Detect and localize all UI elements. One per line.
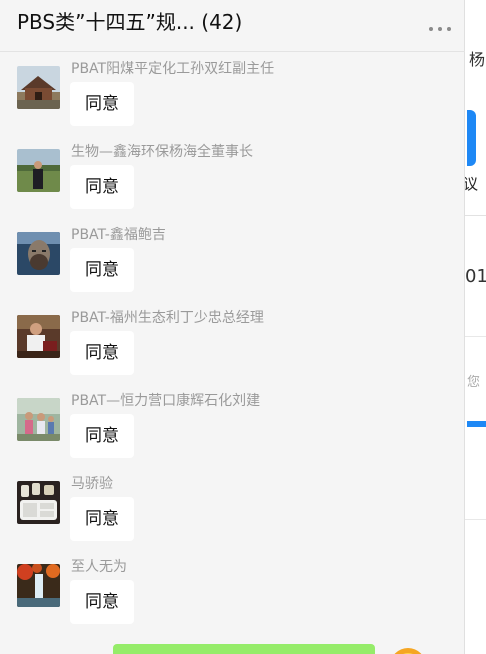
background-label-text: 议 bbox=[463, 175, 479, 193]
waterfall-photo-icon[interactable] bbox=[17, 564, 60, 607]
message-item: PBAT-福州生态利丁少忠总经理 同意 bbox=[17, 310, 447, 385]
background-progress-bar bbox=[467, 421, 486, 427]
message-item: 生物—鑫海环保杨海全董事长 同意 bbox=[17, 144, 447, 219]
message-item: PBAT-鑫福鲍吉 同意 bbox=[17, 227, 447, 302]
person-seated-photo-icon[interactable] bbox=[17, 315, 60, 358]
message-bubble[interactable]: 同意 bbox=[70, 414, 134, 458]
sender-name: 生物—鑫海环保杨海全董事长 bbox=[71, 144, 253, 160]
person-outdoor-photo-icon[interactable] bbox=[17, 149, 60, 192]
sender-name: 至人无为 bbox=[71, 559, 127, 575]
background-name-text: 杨 bbox=[469, 50, 486, 69]
message-bubble[interactable]: 同意 bbox=[70, 331, 134, 375]
portrait-photo-icon[interactable] bbox=[17, 232, 60, 275]
background-divider bbox=[465, 336, 486, 337]
sender-name: 马骄验 bbox=[71, 476, 113, 492]
chat-header: PBS类”十四五”规... (42) bbox=[0, 0, 465, 52]
message-item: PBAT—恒力营口康辉石化刘建 同意 bbox=[17, 393, 447, 468]
sender-name: PBAT-鑫福鲍吉 bbox=[71, 227, 166, 243]
background-window bbox=[465, 0, 486, 654]
message-item: 至人无为 同意 bbox=[17, 559, 447, 634]
background-action-button[interactable] bbox=[467, 110, 476, 166]
message-bubble[interactable]: 同意 bbox=[70, 165, 134, 209]
message-bubble[interactable]: 同意 bbox=[70, 497, 134, 541]
sender-name: PBAT—恒力营口康辉石化刘建 bbox=[71, 393, 261, 409]
background-hint-text: 您 bbox=[467, 375, 481, 390]
message-bubble[interactable]: 同意 bbox=[70, 580, 134, 624]
building-photo-icon[interactable] bbox=[17, 66, 60, 109]
background-number-text: 01 bbox=[465, 266, 486, 287]
background-divider bbox=[465, 215, 486, 216]
message-item: PBAT阳煤平定化工孙双红副主任 同意 bbox=[17, 61, 447, 136]
background-divider bbox=[465, 519, 486, 520]
food-tray-photo-icon[interactable] bbox=[17, 481, 60, 524]
chat-panel: PBS类”十四五”规... (42) PBAT阳煤平定化工孙双红副主任 同意 生… bbox=[0, 0, 465, 654]
sender-name: PBAT阳煤平定化工孙双红副主任 bbox=[71, 61, 275, 77]
sender-name: PBAT-福州生态利丁少忠总经理 bbox=[71, 310, 264, 326]
message-item: 马骄验 同意 bbox=[17, 476, 447, 551]
message-bubble[interactable]: 同意 bbox=[70, 82, 134, 126]
group-photo-icon[interactable] bbox=[17, 398, 60, 441]
screen: 杨 议 01 您 PBS类”十四五”规... (42) PBAT阳煤平定化工孙双… bbox=[0, 0, 486, 654]
more-options-icon[interactable] bbox=[427, 20, 453, 36]
emoji-icon[interactable] bbox=[387, 644, 429, 654]
chat-title[interactable]: PBS类”十四五”规... (42) bbox=[17, 6, 242, 35]
send-button[interactable] bbox=[113, 644, 375, 654]
message-bubble[interactable]: 同意 bbox=[70, 248, 134, 292]
